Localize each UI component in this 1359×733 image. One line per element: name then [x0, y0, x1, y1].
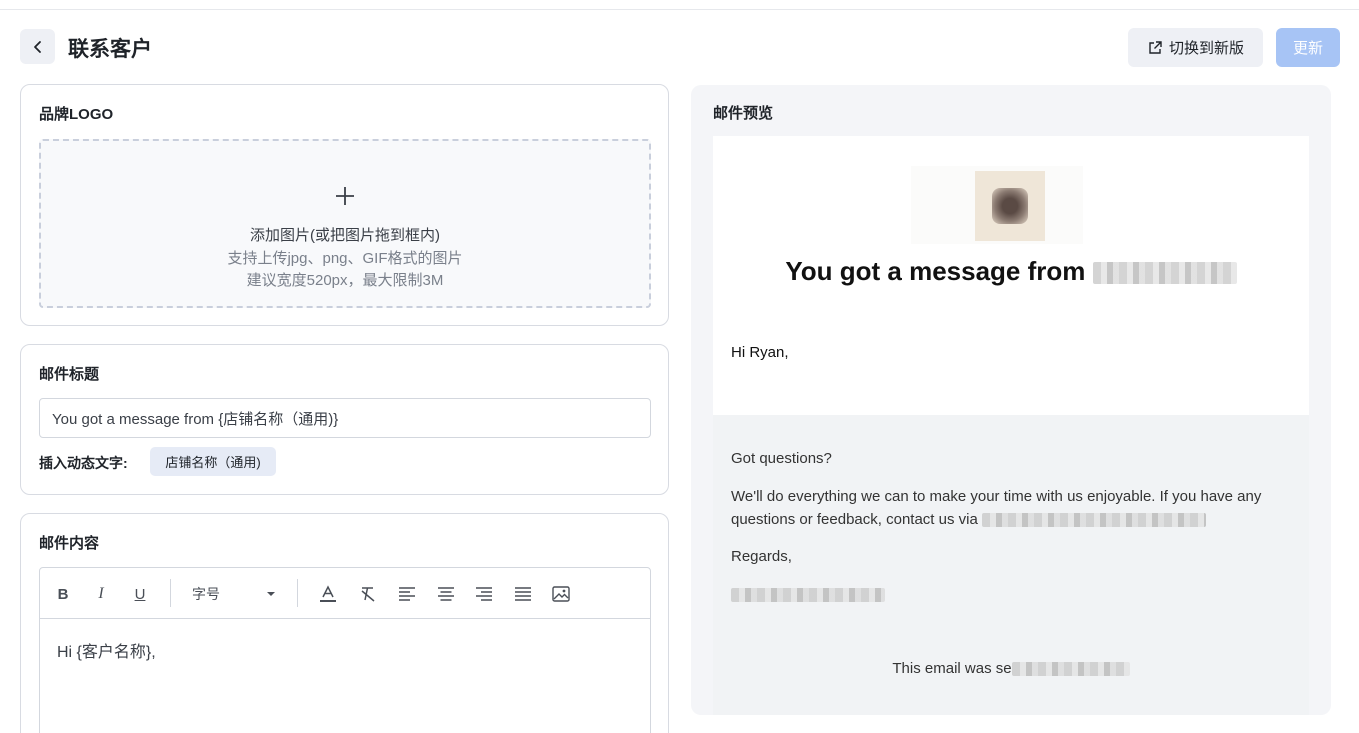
email-subject-card: 邮件标题 插入动态文字: 店铺名称（通用): [20, 344, 669, 495]
email-preview-panel: 邮件预览 You got a message from Hi Ryan, Got…: [691, 85, 1331, 715]
email-preview-title: 邮件预览: [713, 105, 774, 122]
email-footer-section: Got questions? We'll do everything we ca…: [713, 415, 1309, 715]
redacted-sender: [1011, 662, 1130, 677]
insert-dynamic-text-label: 插入动态文字:: [39, 455, 128, 471]
store-name-tag[interactable]: 店铺名称（通用): [150, 447, 276, 476]
clear-format-button[interactable]: [357, 583, 379, 605]
insert-image-button[interactable]: [550, 583, 572, 605]
email-preview-frame: You got a message from Hi Ryan, Got ques…: [713, 136, 1309, 715]
align-right-icon: [476, 587, 492, 601]
email-content-title: 邮件内容: [39, 535, 100, 552]
align-right-button[interactable]: [473, 583, 495, 605]
logo-upload-dropzone[interactable]: 添加图片(或把图片拖到框内) 支持上传jpg、png、GIF格式的图片 建议宽度…: [39, 139, 651, 308]
align-left-icon: [399, 587, 415, 601]
clear-format-icon: [361, 587, 375, 602]
got-questions-text: Got questions?: [731, 450, 832, 467]
email-heading: You got a message from: [713, 256, 1309, 287]
justify-button[interactable]: [512, 583, 534, 605]
brand-logo-title: 品牌LOGO: [39, 106, 114, 123]
upload-instruction: 添加图片(或把图片拖到框内): [250, 227, 440, 244]
brand-logo-image: [975, 171, 1045, 241]
email-content-card: 邮件内容 B I U 字号 Hi {客户名称},: [20, 513, 669, 733]
redacted-signature-text: [731, 587, 885, 602]
brand-logo-card: 品牌LOGO 添加图片(或把图片拖到框内) 支持上传jpg、png、GIF格式的…: [20, 84, 669, 326]
upload-format-hint: 支持上传jpg、png、GIF格式的图片: [227, 250, 463, 267]
email-subject-input[interactable]: [39, 398, 651, 438]
chevron-left-icon: [33, 40, 41, 53]
top-divider: [0, 9, 1359, 10]
align-center-button[interactable]: [435, 583, 457, 605]
align-center-icon: [438, 587, 454, 601]
external-link-icon: [1149, 40, 1162, 54]
font-size-select[interactable]: 字号: [192, 583, 276, 605]
email-heading-text: You got a message from: [785, 256, 1086, 286]
plus-icon: [41, 185, 649, 209]
update-button[interactable]: 更新: [1276, 28, 1340, 67]
redacted-store-name: [1092, 262, 1237, 285]
editor-content[interactable]: Hi {客户名称},: [57, 638, 156, 662]
switch-button-label: 切换到新版: [1168, 40, 1244, 57]
switch-to-new-version-button[interactable]: 切换到新版: [1128, 28, 1263, 67]
font-size-label: 字号: [192, 586, 220, 602]
caret-down-icon: [267, 592, 275, 596]
toolbar-divider: [170, 579, 171, 607]
regards-text: Regards,: [731, 548, 792, 565]
email-subject-title: 邮件标题: [39, 366, 100, 383]
brand-logo-area: [911, 166, 1083, 244]
upload-size-hint: 建议宽度520px，最大限制3M: [246, 272, 444, 289]
pixelated-logo: [992, 188, 1028, 224]
font-color-icon: [320, 585, 336, 602]
email-header-section: You got a message from Hi Ryan,: [713, 136, 1309, 415]
back-button[interactable]: [20, 29, 55, 64]
email-sent-notice: This email was se: [713, 660, 1309, 677]
email-body-text: We'll do everything we can to make your …: [731, 485, 1291, 531]
italic-button[interactable]: I: [90, 583, 112, 605]
image-icon: [552, 586, 570, 602]
email-sent-text: This email was se: [892, 660, 1012, 677]
font-color-button[interactable]: [317, 583, 339, 605]
page-title: 联系客户: [68, 38, 152, 61]
underline-button[interactable]: U: [129, 583, 151, 605]
rich-text-editor: B I U 字号 Hi {客户名称},: [39, 567, 651, 733]
justify-icon: [515, 587, 531, 601]
redacted-email-address: [981, 513, 1206, 528]
toolbar-divider: [297, 579, 298, 607]
editor-toolbar: B I U 字号: [40, 568, 650, 619]
redacted-signature: [731, 586, 885, 604]
align-left-button[interactable]: [396, 583, 418, 605]
bold-button[interactable]: B: [52, 583, 74, 605]
email-greeting: Hi Ryan,: [731, 344, 789, 361]
